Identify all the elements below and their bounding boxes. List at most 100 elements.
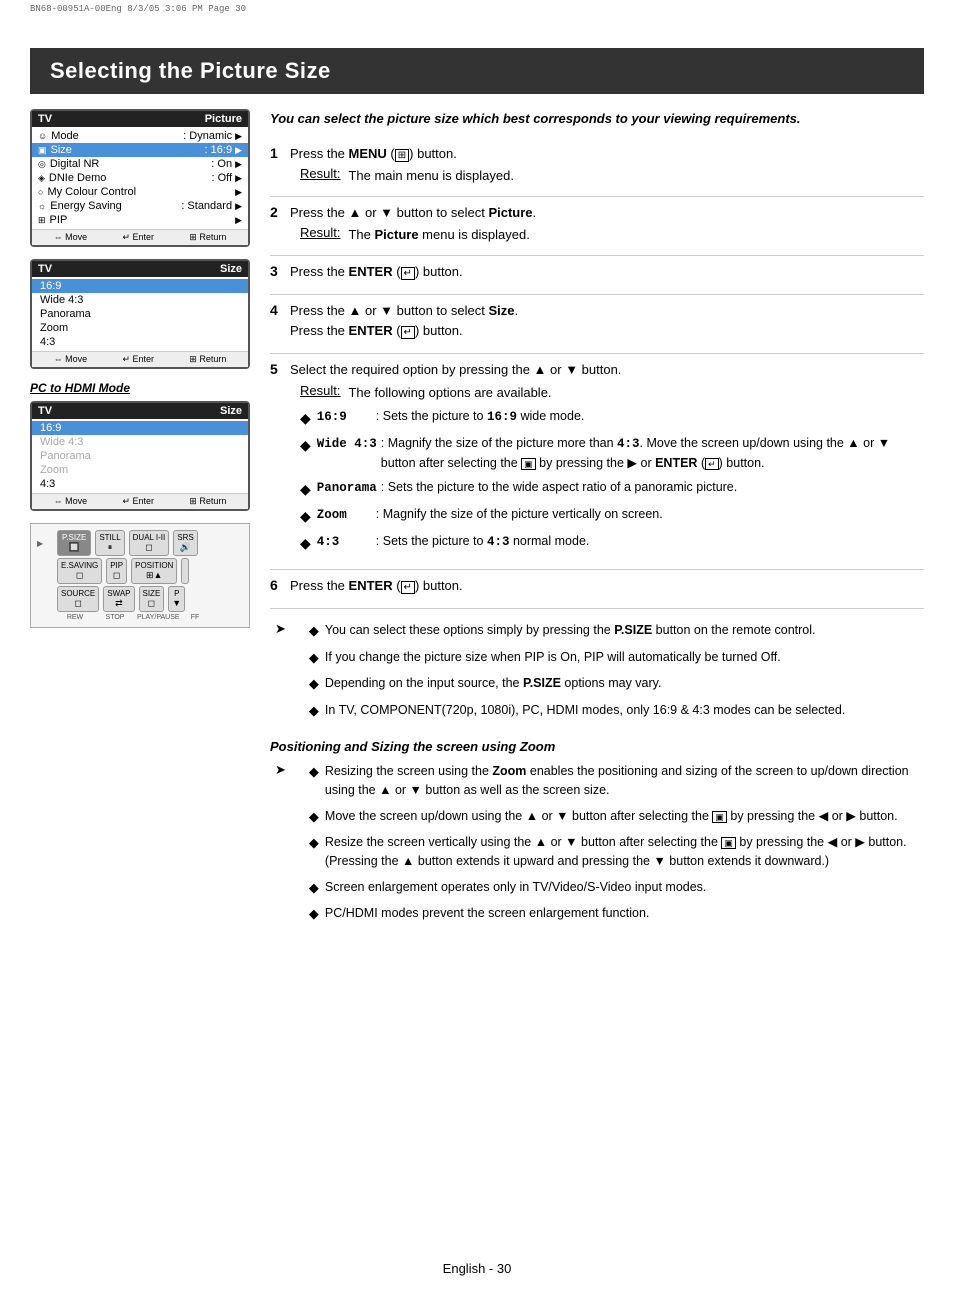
- tv-row-size: ▣ Size : 16:9 ▶: [32, 143, 248, 157]
- tv-screen2-header-left: TV: [38, 263, 52, 275]
- tv-screen3-footer-enter: ↵ Enter: [122, 496, 154, 507]
- remote-psize-btn[interactable]: P.SIZE🔲: [57, 530, 91, 556]
- intro-text: You can select the picture size which be…: [270, 109, 924, 129]
- step-3: 3 Press the ENTER (↵) button.: [270, 262, 924, 285]
- pos-note-5-text: PC/HDMI modes prevent the screen enlarge…: [325, 904, 924, 923]
- step-3-text: Press the ENTER (↵) button.: [290, 262, 924, 282]
- left-column: TV Picture ☺ Mode : Dynamic ▶ ▣ Size : 1…: [30, 109, 250, 931]
- step-4-content: Press the ▲ or ▼ button to select Size. …: [290, 301, 924, 343]
- tv-row-pip: ⊞ PIP ▶: [32, 213, 248, 227]
- tv-row-dnr-value: : On ▶: [211, 158, 242, 170]
- step-1-result-text: The main menu is displayed.: [348, 166, 513, 186]
- pos-note-2: ◆ Move the screen up/down using the ▲ or…: [309, 807, 924, 827]
- remote-still-btn[interactable]: STILL⏸: [95, 530, 124, 556]
- step-1-content: Press the MENU (⊞) button. Result: The m…: [290, 144, 924, 186]
- tv-screen3-footer-move: ⇔ Move: [54, 496, 88, 507]
- step-1: 1 Press the MENU (⊞) button. Result: The…: [270, 144, 924, 186]
- tv-row-dnie: ◈ DNIe Demo : Off ▶: [32, 171, 248, 185]
- step-6: 6 Press the ENTER (↵) button.: [270, 576, 924, 599]
- remote-swap-btn[interactable]: SWAP⇄: [103, 586, 134, 612]
- tv-screen1-header: TV Picture: [32, 111, 248, 127]
- tv-row-pip-icon: ⊞: [38, 215, 46, 226]
- option-43-desc: : Sets the picture to 4:3 normal mode.: [376, 532, 924, 552]
- pos-note-3-text: Resize the screen vertically using the ▲…: [325, 833, 924, 871]
- option-panorama-bullet: ◆: [300, 479, 311, 500]
- option-zoom: ◆ Zoom : Magnify the size of the picture…: [300, 505, 924, 527]
- step-5-result-text: The following options are available.: [348, 383, 551, 403]
- step-3-content: Press the ENTER (↵) button.: [290, 262, 924, 285]
- option-43: ◆ 4:3 : Sets the picture to 4:3 normal m…: [300, 532, 924, 554]
- tv-row-pip-label: PIP: [50, 214, 236, 226]
- note-4-bullet: ◆: [309, 701, 319, 721]
- hdmi-size-item-wide43: Wide 4:3: [32, 435, 248, 449]
- option-panorama: ◆ Panorama : Sets the picture to the wid…: [300, 478, 924, 500]
- tv-row-dnie-value: : Off ▶: [211, 172, 242, 184]
- tv-row-size-label: Size: [51, 144, 205, 156]
- step-5-num: 5: [270, 360, 290, 377]
- tv-row-size-icon: ▣: [38, 145, 47, 156]
- pos-note-1: ◆ Resizing the screen using the Zoom ena…: [309, 762, 924, 800]
- step-5-result-label: Result:: [300, 383, 340, 398]
- option-169: ◆ 16:9 : Sets the picture to 16:9 wide m…: [300, 407, 924, 429]
- tv-row-dnr-icon: ◎: [38, 159, 46, 170]
- step-2: 2 Press the ▲ or ▼ button to select Pict…: [270, 203, 924, 245]
- option-zoom-label: Zoom: [317, 505, 372, 525]
- option-169-label: 16:9: [317, 407, 372, 427]
- tv-screen-picture: TV Picture ☺ Mode : Dynamic ▶ ▣ Size : 1…: [30, 109, 250, 247]
- tv-row-colour: ○ My Colour Control ▶: [32, 185, 248, 199]
- note-4: ◆ In TV, COMPONENT(720p, 1080i), PC, HDM…: [309, 701, 845, 721]
- note-1: ◆ You can select these options simply by…: [309, 621, 845, 641]
- pos-note-4-text: Screen enlargement operates only in TV/V…: [325, 878, 924, 897]
- remote-srs-btn[interactable]: SRS🔊: [173, 530, 197, 556]
- option-zoom-bullet: ◆: [300, 506, 311, 527]
- tv-row-dnr-label: Digital NR: [50, 158, 211, 170]
- remote-p-btn[interactable]: P▼: [168, 586, 185, 612]
- tv-screen2-footer: ⇔ Move ↵ Enter ⊞ Return: [32, 351, 248, 367]
- page-title: Selecting the Picture Size: [30, 48, 924, 94]
- step-4: 4 Press the ▲ or ▼ button to select Size…: [270, 301, 924, 343]
- remote-position-btn[interactable]: POSITION⊞▲: [131, 558, 177, 584]
- tv-row-mode-label: Mode: [51, 130, 183, 142]
- remote-esaving-btn[interactable]: E.SAVING◻: [57, 558, 102, 584]
- tv-row-dnie-icon: ◈: [38, 173, 45, 184]
- step-2-num: 2: [270, 203, 290, 220]
- notes-section: ➤ ◆ You can select these options simply …: [270, 621, 924, 727]
- option-wide43: ◆ Wide 4:3 : Magnify the size of the pic…: [300, 434, 924, 473]
- size-item-panorama: Panorama: [32, 307, 248, 321]
- remote-control: ▶ P.SIZE🔲 STILL⏸ DUAL I-II◻ SRS🔊 E.SAVIN…: [30, 523, 250, 628]
- tv-screen3-footer: ⇔ Move ↵ Enter ⊞ Return: [32, 493, 248, 509]
- step-5-result: Result: The following options are availa…: [300, 383, 924, 403]
- step-5: 5 Select the required option by pressing…: [270, 360, 924, 559]
- tv-row-dnr: ◎ Digital NR : On ▶: [32, 157, 248, 171]
- tv-screen3-header-right: Size: [220, 405, 242, 417]
- pos-note-5-bullet: ◆: [309, 904, 319, 924]
- tv-screen2-footer-enter: ↵ Enter: [122, 354, 154, 365]
- tv-footer-return: ⊞ Return: [189, 232, 226, 243]
- positioning-arrow-icon: ➤: [275, 762, 286, 778]
- tv-screen3-footer-return: ⊞ Return: [189, 496, 226, 507]
- step-2-result: Result: The Picture menu is displayed.: [300, 225, 924, 245]
- note-1-bullet: ◆: [309, 621, 319, 641]
- tv-screen2-body: 16:9 Wide 4:3 Panorama Zoom 4:3: [32, 277, 248, 351]
- remote-blank-btn: [181, 558, 189, 584]
- tv-screen3-header-left: TV: [38, 405, 52, 417]
- pc-hdmi-label: PC to HDMI Mode: [30, 381, 250, 395]
- option-wide43-label: Wide 4:3: [317, 434, 377, 454]
- option-169-desc: : Sets the picture to 16:9 wide mode.: [376, 407, 924, 427]
- step-4-text: Press the ▲ or ▼ button to select Size. …: [290, 301, 924, 340]
- remote-size-btn[interactable]: SIZE◻: [139, 586, 165, 612]
- remote-pip-btn[interactable]: PIP◻: [106, 558, 127, 584]
- tv-row-colour-value: ▶: [235, 187, 242, 198]
- tv-row-energy-value: : Standard ▶: [181, 200, 242, 212]
- step-1-result: Result: The main menu is displayed.: [300, 166, 924, 186]
- note-2-text: If you change the picture size when PIP …: [325, 648, 845, 667]
- pos-note-2-bullet: ◆: [309, 807, 319, 827]
- size-item-43: 4:3: [32, 335, 248, 349]
- remote-source-btn[interactable]: SOURCE◻: [57, 586, 99, 612]
- remote-ff-label: FF: [177, 614, 213, 621]
- notes-arrow-icon: ➤: [275, 621, 286, 637]
- remote-play-label: PLAY/PAUSE: [137, 614, 173, 621]
- remote-play-arrow: ▶: [37, 539, 53, 548]
- remote-dual-btn[interactable]: DUAL I-II◻: [129, 530, 170, 556]
- step-1-result-label: Result:: [300, 166, 340, 181]
